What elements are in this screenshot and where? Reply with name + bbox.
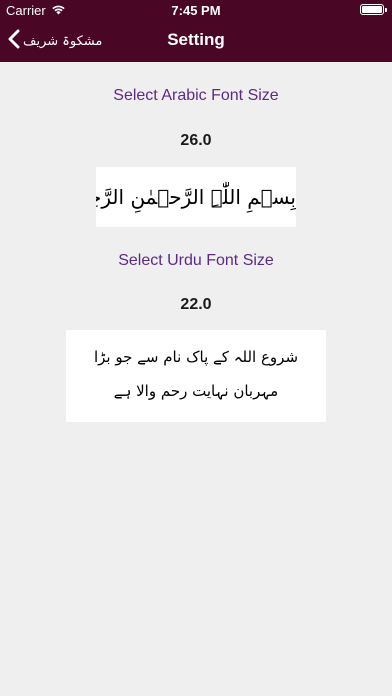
battery-icon bbox=[360, 4, 387, 15]
urdu-font-size-value: 22.0 bbox=[180, 296, 212, 313]
select-urdu-font-size-button[interactable]: Select Urdu Font Size bbox=[0, 252, 392, 270]
battery-level-fill bbox=[362, 6, 382, 13]
select-arabic-font-size-button[interactable]: Select Arabic Font Size bbox=[0, 87, 392, 105]
page-title: Setting bbox=[167, 30, 225, 49]
status-time: 7:45 PM bbox=[171, 3, 221, 18]
top-bar: Carrier 7:45 PM مشکوۃ شریف Setting bbox=[0, 0, 392, 62]
status-bar: Carrier 7:45 PM bbox=[0, 0, 392, 20]
navigation-bar: مشکوۃ شریف Setting bbox=[0, 20, 392, 62]
app-root: Carrier 7:45 PM مشکوۃ شریف Setting Selec… bbox=[0, 0, 392, 696]
arabic-font-size-value: 26.0 bbox=[180, 132, 212, 149]
arabic-font-preview: بِسۡمِ اللّٰہِ الرَّحۡمٰنِ الرَّحِیۡمِ bbox=[96, 167, 296, 227]
urdu-font-preview: شروع اللہ کے پاک نام سے جو بڑا مہربان نہ… bbox=[66, 330, 326, 422]
